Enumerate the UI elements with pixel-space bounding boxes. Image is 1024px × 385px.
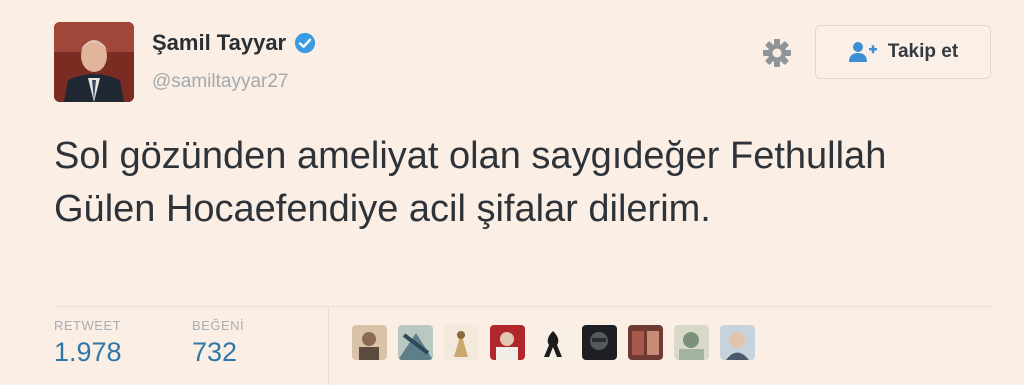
user-handle[interactable]: @samiltayyar27 xyxy=(152,71,289,93)
retweet-stat[interactable]: RETWEET 1.978 xyxy=(54,318,122,368)
like-label: BEĞENİ xyxy=(192,318,245,333)
display-name[interactable]: Şamil Tayyar xyxy=(152,30,286,56)
liker-avatar[interactable] xyxy=(490,325,525,360)
liker-avatar[interactable] xyxy=(628,325,663,360)
liker-avatar[interactable] xyxy=(674,325,709,360)
profile-photo xyxy=(54,22,134,102)
liker-avatars xyxy=(352,325,755,360)
liker-avatar[interactable] xyxy=(582,325,617,360)
follow-button-label: Takip et xyxy=(887,41,959,62)
gear-icon[interactable] xyxy=(760,36,794,70)
liker-avatar[interactable] xyxy=(720,325,755,360)
liker-avatar[interactable] xyxy=(536,325,571,360)
like-count: 732 xyxy=(192,337,238,367)
liker-avatar[interactable] xyxy=(352,325,387,360)
liker-avatar[interactable] xyxy=(398,325,433,360)
like-stat[interactable]: BEĞENİ 732 xyxy=(192,318,244,368)
user-name-row: Şamil Tayyar xyxy=(152,30,316,56)
verified-badge-icon xyxy=(295,32,316,54)
follow-button[interactable]: Takip et xyxy=(815,25,991,79)
retweet-label: RETWEET xyxy=(54,318,122,333)
profile-avatar[interactable] xyxy=(54,22,134,102)
liker-avatar[interactable] xyxy=(444,325,479,360)
retweet-count: 1.978 xyxy=(54,337,122,367)
tweet-text: Sol gözünden ameliyat olan saygıdeğer Fe… xyxy=(54,135,887,230)
stats-divider xyxy=(54,306,994,307)
stats-separator xyxy=(328,306,329,385)
add-user-icon xyxy=(848,42,877,62)
